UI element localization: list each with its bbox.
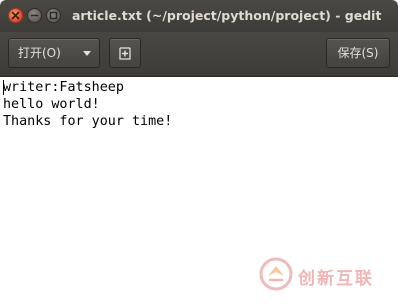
open-button-label: 打开(O): [18, 46, 61, 60]
open-button[interactable]: 打开(O): [8, 38, 100, 68]
save-button[interactable]: 保存(S): [326, 38, 390, 68]
window-title: article.txt (~/project/python/project) -…: [72, 8, 382, 23]
close-icon: [11, 11, 20, 20]
maximize-window-button[interactable]: [46, 8, 61, 23]
new-tab-button[interactable]: [109, 38, 141, 68]
chevron-down-icon[interactable]: [83, 51, 91, 56]
minimize-window-button[interactable]: [27, 8, 42, 23]
brand-logo-icon: [259, 257, 293, 291]
title-bar: article.txt (~/project/python/project) -…: [0, 0, 398, 32]
toolbar: 打开(O) 保存(S): [0, 32, 398, 77]
text-line[interactable]: hello world!: [3, 96, 100, 113]
text-line[interactable]: Thanks for your time!: [3, 113, 172, 130]
maximize-icon: [49, 11, 58, 20]
gedit-window: article.txt (~/project/python/project) -…: [0, 0, 398, 308]
close-window-button[interactable]: [8, 8, 23, 23]
text-line[interactable]: writer:Fatsheep: [3, 79, 124, 96]
watermark-logo: 创新互联: [258, 254, 398, 300]
minimize-icon: [30, 14, 39, 17]
new-document-icon: [119, 47, 131, 60]
watermark-text: 创新互联: [298, 269, 374, 289]
